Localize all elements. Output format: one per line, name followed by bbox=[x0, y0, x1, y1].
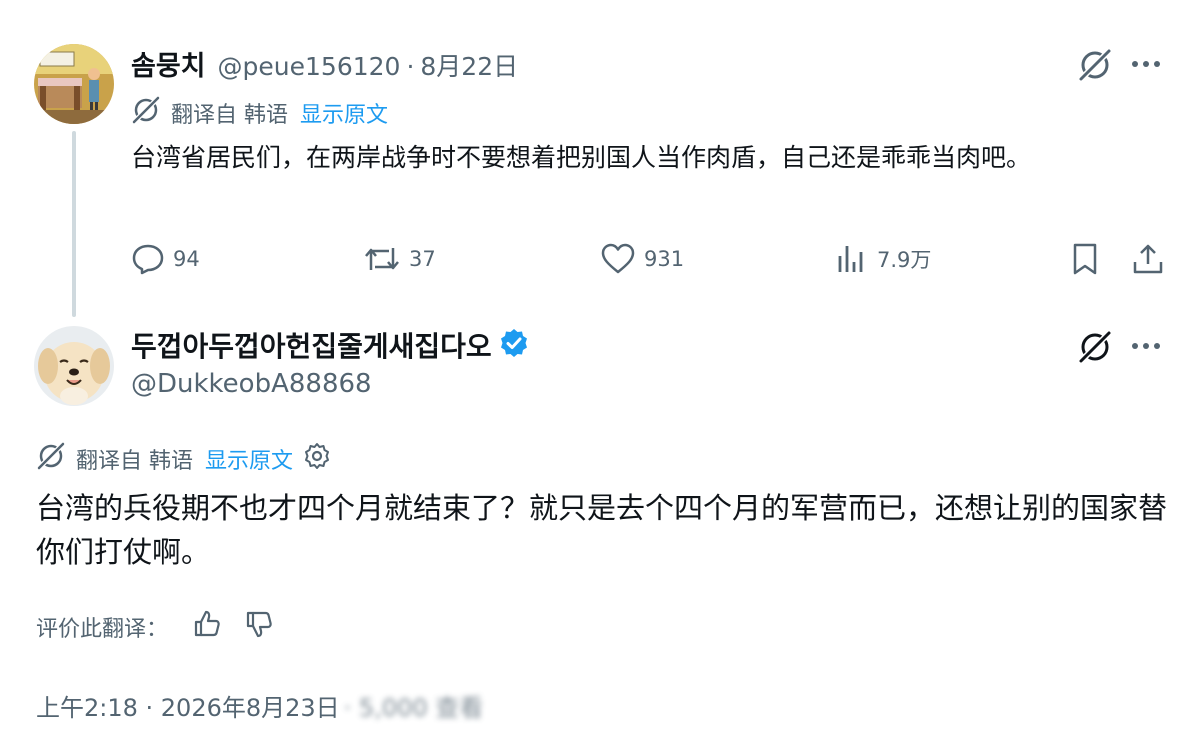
translate-icon bbox=[131, 95, 161, 131]
avatar[interactable] bbox=[34, 44, 114, 124]
more-icon[interactable] bbox=[1130, 50, 1162, 82]
retweet-count: 37 bbox=[409, 247, 436, 271]
retweet-icon bbox=[365, 248, 399, 270]
reply-button[interactable]: 94 bbox=[131, 242, 200, 276]
display-name[interactable]: 두껍아두껍아헌집줄게새집다오 bbox=[131, 325, 492, 365]
grok-icon[interactable] bbox=[1076, 46, 1114, 88]
like-button[interactable]: 931 bbox=[600, 242, 684, 276]
tweet-metadata: 上午2:18 · 2026年8月23日 · 5,000 查看 bbox=[36, 688, 483, 723]
like-count: 931 bbox=[644, 247, 685, 271]
share-icon[interactable] bbox=[1131, 242, 1173, 276]
tweet-header: 두껍아두껍아헌집줄게새집다오 bbox=[131, 325, 530, 365]
tweet-header: 솜뭉치 @peue156120 · 8月22日 bbox=[131, 44, 518, 83]
more-icon[interactable] bbox=[1130, 332, 1162, 364]
view-count-obscured: · 5,000 查看 bbox=[343, 694, 484, 722]
reply-icon bbox=[132, 244, 164, 275]
views-button[interactable]: 7.9万 bbox=[835, 242, 931, 276]
like-icon bbox=[601, 243, 635, 274]
tweet-text: 台湾省居民们，在两岸战争时不要想着把别国人当作肉盾，自己还是乖乖当肉吧。 bbox=[131, 143, 1032, 172]
thumbs-down-icon[interactable] bbox=[244, 609, 274, 645]
thread-connector-line bbox=[72, 131, 76, 317]
reply-count: 94 bbox=[173, 247, 200, 271]
thumbs-up-icon[interactable] bbox=[192, 609, 222, 645]
show-original-link[interactable]: 显示原文 bbox=[205, 443, 293, 475]
tweet-text: 台湾的兵役期不也才四个月就结束了？就只是去个四个月的军营而已，还想让别的国家替你… bbox=[36, 491, 1168, 569]
retweet-button[interactable]: 37 bbox=[363, 242, 436, 276]
translate-icon bbox=[36, 441, 66, 477]
views-count: 7.9万 bbox=[877, 248, 932, 272]
translation-bar: 翻译自 韩语 显示原文 bbox=[131, 95, 388, 131]
grok-icon[interactable] bbox=[1076, 328, 1114, 370]
settings-gear-icon[interactable] bbox=[303, 442, 331, 476]
bookmark-icon[interactable] bbox=[1069, 242, 1109, 276]
avatar[interactable] bbox=[34, 326, 114, 406]
tweet-timestamp[interactable]: 上午2:18 · 2026年8月23日 bbox=[36, 688, 340, 723]
verified-badge-icon[interactable] bbox=[498, 327, 530, 363]
show-original-link[interactable]: 显示原文 bbox=[300, 97, 388, 129]
translation-bar: 翻译自 韩语 显示原文 bbox=[36, 441, 331, 477]
user-handle[interactable]: @peue156120 bbox=[218, 52, 401, 81]
views-icon bbox=[838, 246, 863, 272]
user-handle[interactable]: @DukkeobA88868 bbox=[131, 369, 372, 399]
translated-from-label: 翻译自 韩语 bbox=[171, 103, 288, 128]
translated-from-label: 翻译自 韩语 bbox=[76, 449, 193, 474]
display-name[interactable]: 솜뭉치 bbox=[131, 44, 206, 83]
tweet-date[interactable]: 8月22日 bbox=[420, 47, 518, 83]
rate-translation: 评价此翻译： bbox=[36, 609, 274, 645]
rate-translation-label: 评价此翻译： bbox=[36, 617, 169, 642]
separator-dot: · bbox=[406, 52, 415, 81]
tweet-actions: 94 37 931 7.9万 bbox=[131, 242, 1171, 282]
